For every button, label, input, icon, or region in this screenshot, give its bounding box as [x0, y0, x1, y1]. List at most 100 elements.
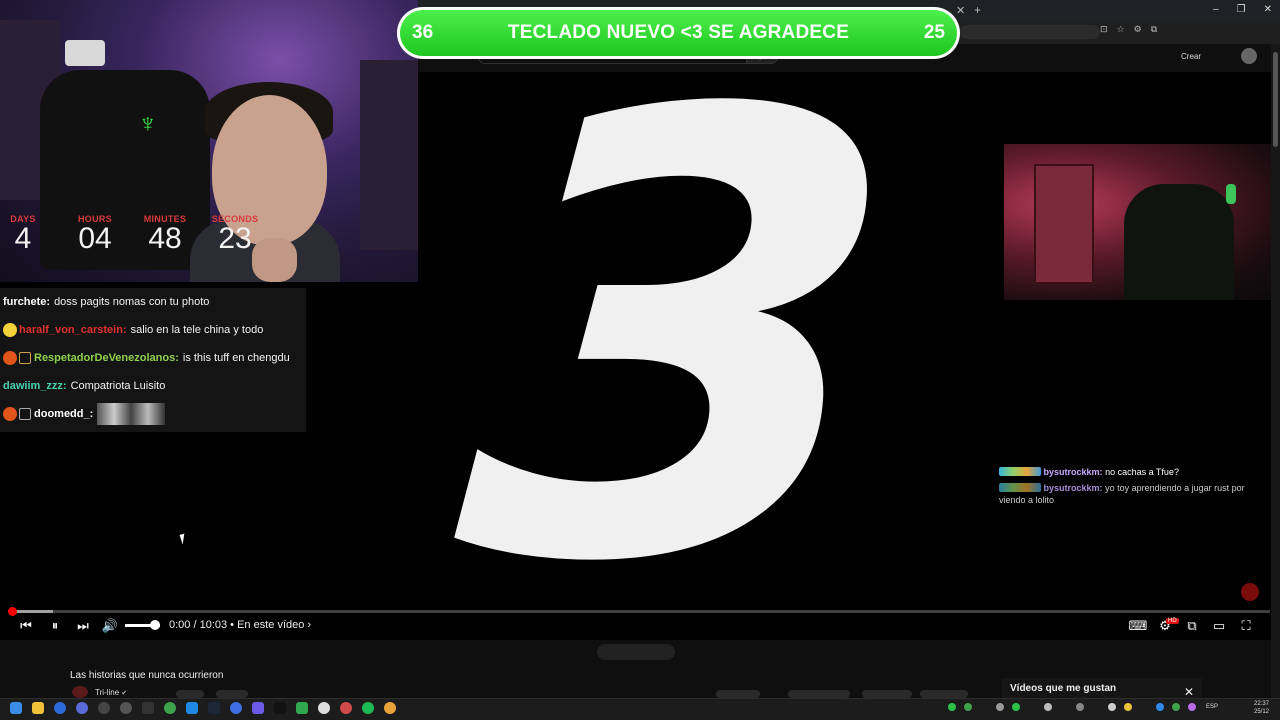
language-indicator[interactable]: ESP: [1206, 704, 1218, 710]
app-v-icon[interactable]: [76, 702, 88, 714]
channel-name-label[interactable]: Tri-line: [95, 688, 119, 697]
emote-images: [97, 403, 166, 425]
countdown-days: DAYS 4: [10, 214, 36, 255]
razer-logo-icon: ♆: [138, 108, 158, 138]
drag-handle[interactable]: [597, 644, 675, 660]
tray-app-icon[interactable]: [1172, 703, 1180, 711]
chat-message: RespetadorDeVenezolanos: is this tuff en…: [3, 349, 290, 367]
channel-name[interactable]: Tri-line ✔: [95, 688, 127, 697]
chat-message: bysutrockkm: no cachas a Tfue?: [999, 466, 1249, 478]
scrollbar-thumb[interactable]: [1273, 52, 1278, 147]
chat-badges-icon: [999, 483, 1041, 492]
progress-scrubber[interactable]: [8, 607, 17, 616]
miniplayer-icon[interactable]: ⧉: [1184, 617, 1200, 635]
countdown-minutes: MINUTES 48: [143, 214, 187, 255]
video-title: Las historias que nunca ocurrieron: [70, 670, 224, 681]
clock[interactable]: 22:37 25/12: [1254, 700, 1269, 716]
close-icon[interactable]: ✕: [1184, 685, 1194, 699]
video-countdown-number: 3: [443, 0, 898, 695]
volume-knob[interactable]: [150, 620, 160, 630]
search-taskbar-icon[interactable]: [54, 702, 66, 714]
tray-app-icon[interactable]: [1076, 703, 1084, 711]
tray-app-icon[interactable]: [1012, 703, 1020, 711]
app-green-icon[interactable]: [164, 702, 176, 714]
app-box-icon[interactable]: [142, 702, 154, 714]
maximize-icon[interactable]: ❐: [1237, 4, 1246, 15]
chat-message: haralf_von_carstein: salio en la tele ch…: [3, 321, 263, 339]
chat-username: doomedd_:: [34, 408, 94, 420]
countdown-timer: DAYS 4 HOURS 04 MINUTES 48 SECONDS 23: [4, 214, 270, 254]
windows-start-icon[interactable]: [10, 702, 22, 714]
clock-time: 22:37: [1254, 701, 1270, 707]
record-indicator-icon: [1241, 583, 1259, 601]
create-button[interactable]: Crear: [1181, 52, 1201, 61]
close-window-icon[interactable]: ✕: [1264, 4, 1272, 15]
close-tab-icon[interactable]: ✕: [956, 4, 965, 17]
chapter-link[interactable]: • En este vídeo ›: [230, 619, 311, 631]
tray-app-icon[interactable]: [1188, 703, 1196, 711]
app-c-icon[interactable]: [318, 702, 330, 714]
tray-app-icon[interactable]: [1156, 703, 1164, 711]
extension-icons: ⊡ ☆ ⚙ ⧉: [1100, 24, 1157, 35]
tray-app-icon[interactable]: [964, 703, 972, 711]
app-grid-icon[interactable]: [296, 702, 308, 714]
save-button[interactable]: [920, 690, 968, 698]
volume-icon[interactable]: 🔊: [102, 617, 118, 635]
extension-icon[interactable]: ⚙: [1134, 24, 1142, 35]
address-bar[interactable]: [960, 25, 1100, 39]
channel-avatar[interactable]: [72, 686, 88, 698]
minimize-icon[interactable]: –: [1213, 4, 1219, 15]
chat-overlay-left: furchete: doss pagits nomas con tu photo…: [0, 288, 306, 432]
subscribe-button[interactable]: [176, 690, 204, 698]
verified-icon: ✔: [121, 690, 128, 697]
window-controls: – ❐ ✕: [1213, 4, 1272, 15]
progress-bar[interactable]: [10, 610, 1270, 613]
notifications-button[interactable]: [216, 690, 248, 698]
previous-icon[interactable]: ⏮: [18, 617, 34, 635]
subtitles-icon[interactable]: ⌨: [1129, 617, 1148, 635]
chat-text: is this tuff en chengdu: [182, 352, 290, 364]
chrome-icon[interactable]: [384, 702, 396, 714]
pause-icon[interactable]: ⏸: [47, 617, 63, 635]
secondary-camera: [1004, 144, 1280, 300]
puzzle-icon[interactable]: ⧉: [1151, 24, 1157, 35]
share-button[interactable]: [788, 690, 850, 698]
tray-app-icon[interactable]: [1108, 703, 1116, 711]
hd-badge: HD: [1166, 618, 1179, 624]
time-display: 0:00 / 10:03 • En este vídeo ›: [169, 619, 311, 631]
download-button[interactable]: [862, 690, 912, 698]
theater-mode-icon[interactable]: ▭: [1211, 617, 1227, 635]
tray-app-icon[interactable]: [996, 703, 1004, 711]
tray-green-icon[interactable]: [948, 703, 956, 711]
app-edge-icon[interactable]: [186, 702, 198, 714]
chat-username: RespetadorDeVenezolanos:: [34, 352, 179, 364]
basketball-badge-icon: [3, 351, 17, 365]
like-button[interactable]: [716, 690, 760, 698]
app-settings-icon[interactable]: [120, 702, 132, 714]
next-icon[interactable]: ⏭: [75, 617, 91, 635]
sub-badge-icon: [19, 352, 31, 364]
app-red-icon[interactable]: [340, 702, 352, 714]
file-explorer-icon[interactable]: [32, 702, 44, 714]
time-readout: 0:00 / 10:03: [169, 619, 228, 631]
countdown-seconds: SECONDS 23: [211, 214, 259, 255]
new-tab-icon[interactable]: +: [974, 3, 981, 17]
app-circle-icon[interactable]: [98, 702, 110, 714]
chat-message: dawiim_zzz: Compatriota Luisito: [3, 377, 165, 395]
app-blue-icon[interactable]: [230, 702, 242, 714]
tiktok-icon[interactable]: [274, 702, 286, 714]
install-icon[interactable]: ⊡: [1100, 24, 1108, 35]
chat-username: bysutrockkm:: [1043, 467, 1103, 477]
fullscreen-icon[interactable]: ⛶: [1238, 617, 1254, 635]
chat-message: furchete: doss pagits nomas con tu photo: [3, 293, 209, 311]
chat-message: bysutrockkm: yo toy aprendiendo a jugar …: [999, 482, 1249, 506]
banner-right-number: 25: [923, 22, 945, 43]
account-avatar[interactable]: [1241, 48, 1257, 64]
bookmark-star-icon[interactable]: ☆: [1117, 24, 1125, 35]
tray-app-icon[interactable]: [1124, 703, 1132, 711]
steam-icon[interactable]: [208, 702, 220, 714]
chat-username: furchete:: [3, 296, 51, 308]
spotify-icon[interactable]: [362, 702, 374, 714]
discord-icon[interactable]: [252, 702, 264, 714]
tray-app-icon[interactable]: [1044, 703, 1052, 711]
